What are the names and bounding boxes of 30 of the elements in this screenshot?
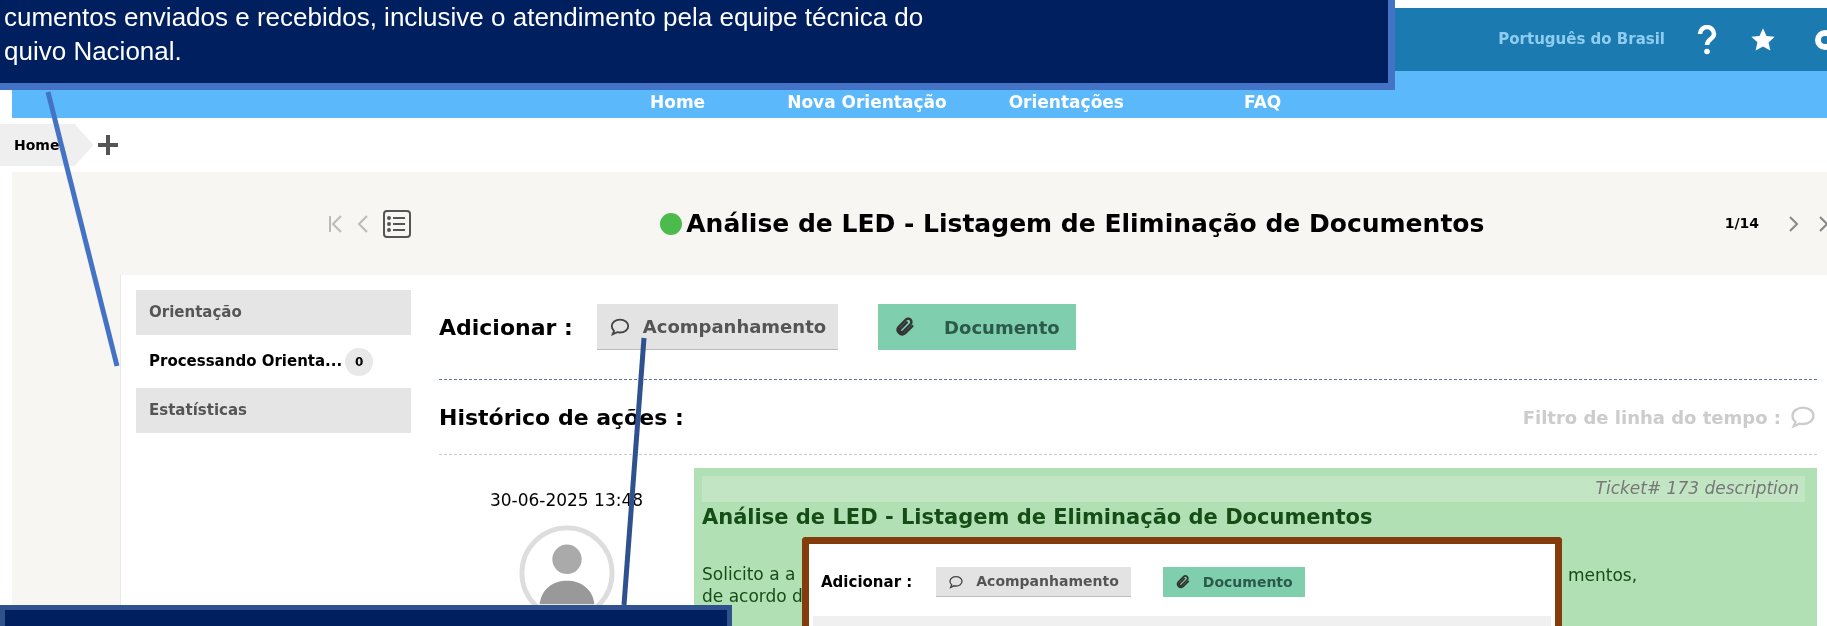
- add-document-button[interactable]: Documento: [1162, 567, 1305, 597]
- next-icon[interactable]: [1787, 213, 1799, 234]
- speech-bubble-icon: [948, 573, 965, 590]
- nav-link[interactable]: Home: [650, 89, 706, 115]
- entry-tag: Ticket# 173 description: [702, 476, 1805, 502]
- add-document-button[interactable]: Documento: [878, 304, 1076, 350]
- sidebar-item[interactable]: Estatísticas: [136, 388, 411, 433]
- nav-link[interactable]: Nova Orientação: [787, 89, 947, 115]
- nav-link[interactable]: FAQ: [1243, 89, 1282, 115]
- paperclip-icon: [1174, 574, 1191, 590]
- help-icon[interactable]: [1697, 24, 1717, 55]
- add-followup-button[interactable]: Acompanhamento: [936, 567, 1131, 597]
- entry-text: Solicito a a: [702, 563, 797, 585]
- count-badge: 0: [345, 347, 374, 376]
- tutorial-callout: cumentos enviados e recebidos, inclusive o atendimento pela equipe técnica do quivo Nacional.: [0, 0, 1395, 90]
- add-label: Adicionar :: [821, 571, 913, 593]
- ticket-position: 1/14: [1724, 214, 1759, 233]
- entry-subject: Análise de LED - Listagem de Eliminação de Documentos: [702, 503, 1374, 531]
- sidebar-item[interactable]: Orientação: [136, 290, 411, 335]
- ticket-title: Análise de LED - Listagem de Eliminação de Documentos: [686, 207, 1485, 240]
- add-followup-button[interactable]: Acompanhamento: [596, 304, 839, 350]
- last-page-icon[interactable]: [1817, 213, 1827, 234]
- list-icon[interactable]: [382, 208, 412, 239]
- language-selector[interactable]: Português do Brasil: [1498, 28, 1665, 51]
- entry-text: de acordo d: [702, 585, 802, 607]
- nav-link[interactable]: Orientações: [1008, 89, 1124, 115]
- add-label: Adicionar :: [439, 313, 573, 342]
- breadcrumb-home[interactable]: Home: [0, 124, 94, 166]
- entry-text: mentos,: [1568, 564, 1639, 587]
- plus-icon[interactable]: [97, 134, 120, 156]
